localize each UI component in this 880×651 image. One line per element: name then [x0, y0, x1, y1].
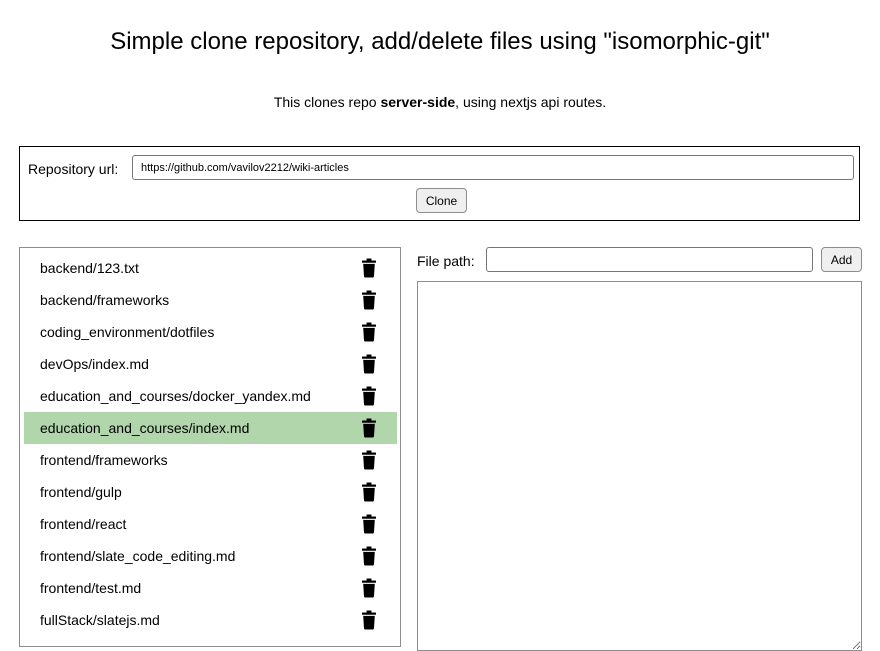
file-list-item[interactable]: frontend/test.md: [24, 572, 397, 604]
file-name: backend/123.txt: [40, 260, 139, 276]
clone-button[interactable]: Clone: [416, 188, 467, 213]
file-list-item[interactable]: coding_environment/dotfiles: [24, 316, 397, 348]
trash-icon[interactable]: [362, 578, 376, 598]
file-content-editor[interactable]: [417, 281, 862, 651]
file-name: backend/frameworks: [40, 292, 170, 308]
file-list-item[interactable]: fullStack/slatejs.md: [24, 604, 397, 636]
file-name: coding_environment/dotfiles: [40, 324, 215, 340]
file-path-input[interactable]: [486, 247, 813, 272]
trash-icon[interactable]: [362, 514, 376, 534]
file-name: frontend/test.md: [40, 580, 142, 596]
trash-icon[interactable]: [362, 322, 376, 342]
file-name: devOps/index.md: [40, 356, 149, 372]
trash-icon[interactable]: [362, 546, 376, 566]
add-button[interactable]: Add: [821, 247, 862, 272]
trash-icon[interactable]: [362, 482, 376, 502]
subtitle-suffix: , using nextjs api routes.: [455, 94, 607, 110]
repository-url-input[interactable]: [132, 155, 854, 180]
trash-icon[interactable]: [362, 290, 376, 310]
repository-url-label: Repository url:: [28, 161, 119, 177]
file-list-item[interactable]: frontend/react: [24, 508, 397, 540]
repository-form: Repository url: Clone: [19, 146, 860, 221]
file-list-item[interactable]: frontend/slate_code_editing.md: [24, 540, 397, 572]
file-name: frontend/react: [40, 516, 127, 532]
file-list-item[interactable]: frontend/gulp: [24, 476, 397, 508]
file-name: frontend/slate_code_editing.md: [40, 548, 236, 564]
subtitle-prefix: This clones repo: [273, 94, 381, 110]
subtitle-bold: server-side: [380, 94, 456, 110]
file-name: frontend/gulp: [40, 484, 122, 500]
file-list: backend/123.txt backend/frameworks coding_…: [19, 247, 401, 647]
trash-icon[interactable]: [362, 386, 376, 406]
file-list-item[interactable]: devOps/index.md: [24, 348, 397, 380]
page-subtitle: This clones repo server-side, using next…: [0, 92, 880, 112]
file-name: education_and_courses/docker_yandex.md: [40, 388, 311, 404]
file-list-item[interactable]: education_and_courses/docker_yandex.md: [24, 380, 397, 412]
file-list-item[interactable]: education_and_courses/index.md: [24, 412, 397, 444]
file-list-item[interactable]: backend/123.txt: [24, 252, 397, 284]
trash-icon[interactable]: [362, 450, 376, 470]
file-name: frontend/frameworks: [40, 452, 168, 468]
file-list-item[interactable]: frontend/frameworks: [24, 444, 397, 476]
trash-icon[interactable]: [362, 418, 376, 438]
page-title: Simple clone repository, add/delete file…: [110, 28, 770, 55]
file-list-item[interactable]: backend/frameworks: [24, 284, 397, 316]
file-name: fullStack/slatejs.md: [40, 612, 160, 628]
trash-icon[interactable]: [362, 610, 376, 630]
trash-icon[interactable]: [362, 258, 376, 278]
file-path-label: File path:: [417, 253, 475, 269]
file-name: education_and_courses/index.md: [40, 420, 250, 436]
trash-icon[interactable]: [362, 354, 376, 374]
